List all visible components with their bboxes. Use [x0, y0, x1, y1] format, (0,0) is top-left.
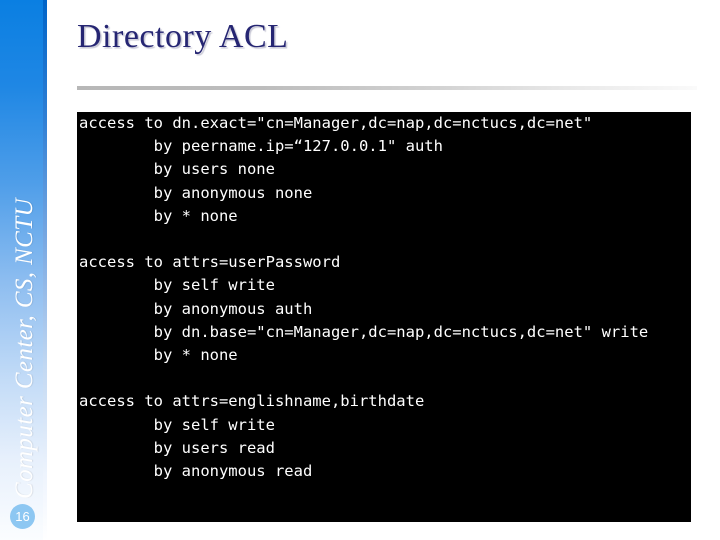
- code-line: by users read: [79, 438, 275, 457]
- code-line: by self write: [79, 276, 275, 295]
- code-line: access to attrs=englishname,birthdate: [79, 392, 425, 411]
- page-number-badge: 16: [10, 504, 35, 529]
- code-line: by self write: [79, 415, 275, 434]
- code-line: by users none: [79, 160, 275, 179]
- slide-canvas: Computer Center, CS, NCTU 16 Directory A…: [0, 0, 720, 540]
- code-line: by * none: [79, 206, 238, 225]
- code-line: by dn.base="cn=Manager,dc=nap,dc=nctucs,…: [79, 322, 649, 341]
- code-listing-block: access to dn.exact="cn=Manager,dc=nap,dc…: [77, 112, 691, 522]
- code-line: access to attrs=userPassword: [79, 253, 341, 272]
- sidebar-gradient-bar: Computer Center, CS, NCTU 16: [0, 0, 47, 540]
- page-title: Directory ACL: [77, 18, 289, 55]
- title-underline-rule: [77, 86, 697, 90]
- sidebar-edge-stripe: [43, 0, 47, 540]
- code-line: by * none: [79, 346, 238, 365]
- code-line: by anonymous none: [79, 183, 313, 202]
- code-line: access to dn.exact="cn=Manager,dc=nap,dc…: [79, 114, 593, 132]
- sidebar-vertical-branding-text: Computer Center, CS, NCTU: [11, 197, 38, 499]
- code-line: by anonymous auth: [79, 299, 313, 318]
- code-line: by anonymous read: [79, 462, 313, 481]
- code-line: by peername.ip=“127.0.0.1" auth: [79, 137, 443, 156]
